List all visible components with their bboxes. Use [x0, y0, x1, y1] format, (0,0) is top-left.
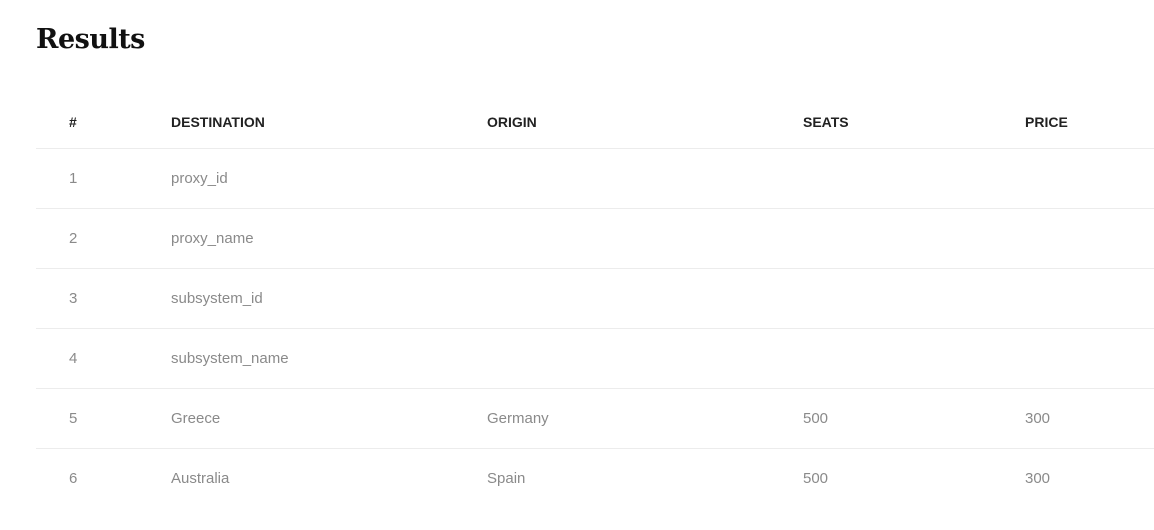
column-header-destination: DESTINATION [171, 96, 487, 149]
column-header-origin: ORIGIN [487, 96, 803, 149]
column-header-price: PRICE [1025, 96, 1154, 149]
cell-price: 300 [1025, 470, 1051, 487]
results-table: # DESTINATION ORIGIN SEATS PRICE 1 proxy… [36, 96, 1154, 508]
cell-origin [487, 208, 803, 269]
table-row: 2 proxy_name [36, 208, 1154, 269]
cell-number: 5 [36, 388, 171, 449]
cell-number: 1 [36, 148, 171, 209]
cell-price: 300 [1025, 388, 1154, 449]
cell-destination: subsystem_name [171, 328, 487, 389]
cell-number: 3 [36, 268, 171, 329]
cell-seats [803, 268, 1025, 329]
cell-destination: Greece [171, 388, 487, 449]
cell-destination: proxy_id [171, 148, 487, 209]
cell-seats [803, 208, 1025, 269]
table-row: 5 Greece Germany 500 300 [36, 388, 1154, 449]
cell-origin: Spain [487, 470, 526, 487]
cell-price [1025, 268, 1154, 329]
cell-price [1025, 208, 1154, 269]
cell-origin [487, 148, 803, 209]
cell-destination: Australia [171, 470, 230, 487]
cell-origin [487, 268, 803, 329]
cell-number: 4 [36, 328, 171, 389]
table-row: 1 proxy_id [36, 148, 1154, 209]
cell-destination: subsystem_id [171, 268, 487, 329]
column-header-seats: SEATS [803, 96, 1025, 149]
cell-seats: 500 [803, 470, 829, 487]
table-body: 1 proxy_id 2 proxy_name 3 subsystem_id 4… [36, 148, 1154, 509]
cell-seats [803, 148, 1025, 209]
table-row: 4 subsystem_name [36, 328, 1154, 389]
cell-seats: 500 [803, 388, 1025, 449]
page-title: Results [36, 24, 145, 55]
column-header-number: # [36, 96, 171, 149]
cell-price [1025, 148, 1154, 209]
cell-seats [803, 328, 1025, 389]
cell-number: 6 [69, 470, 78, 487]
cell-origin: Germany [487, 388, 803, 449]
cell-origin [487, 328, 803, 389]
table-header: # DESTINATION ORIGIN SEATS PRICE [36, 96, 1154, 149]
table-row: 3 subsystem_id [36, 268, 1154, 329]
cell-number: 2 [36, 208, 171, 269]
header-row: # DESTINATION ORIGIN SEATS PRICE [36, 96, 1154, 149]
cell-price [1025, 328, 1154, 389]
cell-destination: proxy_name [171, 208, 487, 269]
table-row: 6 Australia Spain 500 300 [36, 449, 1154, 509]
